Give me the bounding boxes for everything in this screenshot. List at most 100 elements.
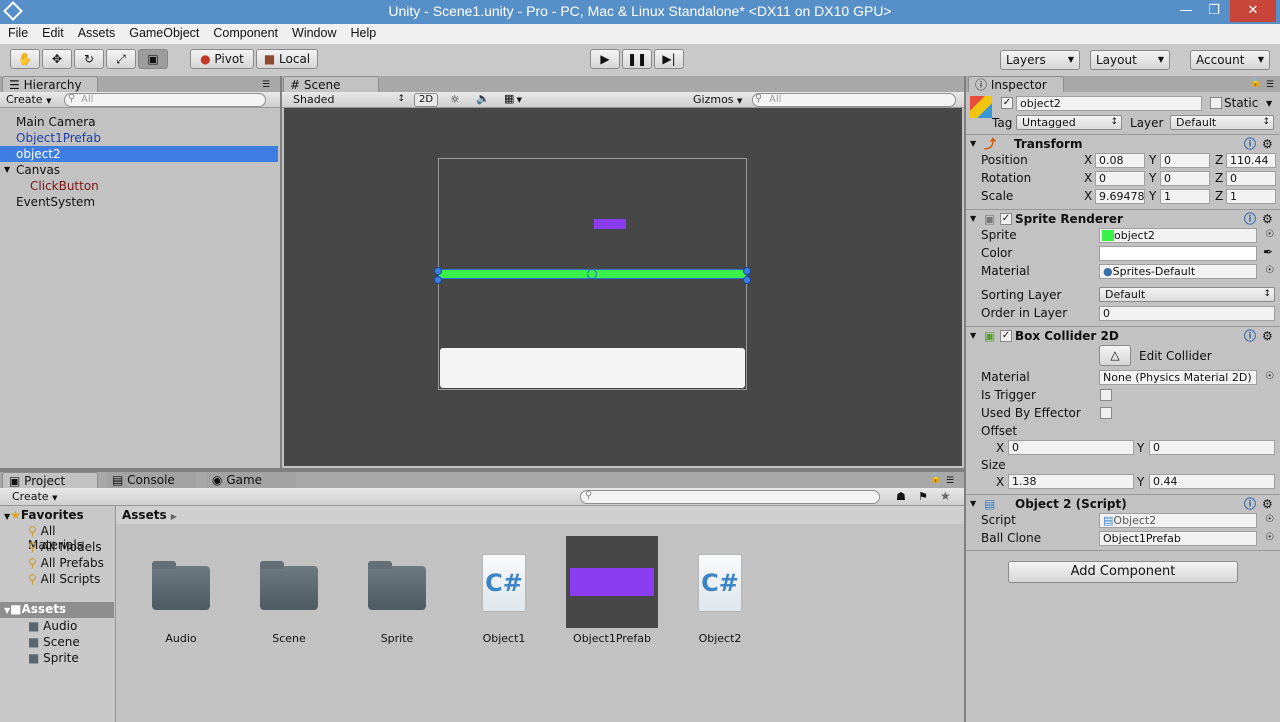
- menu-file[interactable]: File: [0, 24, 28, 40]
- toggle-2d-button[interactable]: 2D: [414, 93, 438, 107]
- sprite-field[interactable]: object2: [1099, 228, 1257, 243]
- panel-menu-icon[interactable]: ☰: [1266, 80, 1274, 90]
- edit-collider-button[interactable]: △: [1099, 345, 1131, 366]
- transform-header[interactable]: ▼ ⤴ Transform ⓘ ⚙: [966, 134, 1280, 152]
- menu-gameobject[interactable]: GameObject: [115, 24, 199, 40]
- favorites-header[interactable]: ▼★Favorites: [4, 508, 84, 522]
- minimize-icon[interactable]: —: [1172, 0, 1200, 22]
- favorite-item[interactable]: ⚲ All Models: [28, 540, 102, 554]
- color-swatch[interactable]: [1099, 246, 1257, 261]
- position-y-input[interactable]: 0: [1160, 153, 1210, 168]
- effects-icon[interactable]: ▦ ▼: [504, 92, 522, 105]
- close-icon[interactable]: ✕: [1230, 0, 1276, 22]
- play-button[interactable]: ▶: [590, 49, 620, 69]
- menu-window[interactable]: Window: [278, 24, 336, 40]
- rotation-y-input[interactable]: 0: [1160, 171, 1210, 186]
- scale-y-input[interactable]: 1: [1160, 189, 1210, 204]
- hand-tool-icon[interactable]: ✋: [10, 49, 40, 69]
- enabled-checkbox[interactable]: ✓: [1000, 330, 1012, 342]
- active-checkbox[interactable]: ✓: [1001, 97, 1013, 109]
- menu-component[interactable]: Component: [199, 24, 278, 40]
- lock-icon[interactable]: 🔒: [930, 474, 941, 484]
- filter-type-icon[interactable]: ☗: [896, 490, 906, 503]
- help-icon[interactable]: ⓘ: [1244, 210, 1256, 228]
- lighting-icon[interactable]: ☼: [450, 93, 460, 106]
- assets-tree-header[interactable]: ▼■Assets: [0, 602, 114, 618]
- asset-folder-item[interactable]: ■ Audio: [28, 619, 77, 633]
- asset-folder-item[interactable]: ■ Sprite: [28, 651, 79, 665]
- pause-button[interactable]: ❚❚: [622, 49, 652, 69]
- pivot-handle[interactable]: [587, 269, 597, 279]
- hierarchy-item[interactable]: Object1Prefab: [0, 130, 278, 146]
- expand-arrow-icon[interactable]: ▼: [4, 162, 10, 178]
- help-icon[interactable]: ⓘ: [1244, 495, 1256, 513]
- gear-icon[interactable]: ⚙: [1262, 327, 1273, 345]
- enabled-checkbox[interactable]: ✓: [1000, 213, 1012, 225]
- object-picker-icon[interactable]: ☉: [1265, 264, 1274, 278]
- scale-z-input[interactable]: 1: [1226, 189, 1276, 204]
- order-in-layer-input[interactable]: 0: [1099, 306, 1275, 321]
- ui-button-preview[interactable]: [440, 348, 745, 388]
- size-y-input[interactable]: 0.44: [1149, 474, 1275, 489]
- panel-divider[interactable]: [0, 468, 964, 472]
- used-by-effector-checkbox[interactable]: [1100, 407, 1112, 419]
- chevron-down-icon[interactable]: ▼: [1266, 99, 1272, 108]
- panel-menu-icon[interactable]: ☰: [946, 476, 954, 486]
- add-component-button[interactable]: Add Component: [1008, 561, 1238, 583]
- gear-icon[interactable]: ⚙: [1262, 135, 1273, 153]
- shading-mode-dropdown[interactable]: Shaded: [288, 93, 408, 108]
- rotate-tool-icon[interactable]: ↻: [74, 49, 104, 69]
- gear-icon[interactable]: ⚙: [1262, 495, 1273, 513]
- favorite-item[interactable]: ⚲ All Scripts: [28, 572, 100, 586]
- material-field[interactable]: ●Sprites-Default: [1099, 264, 1257, 279]
- object-picker-icon[interactable]: ☉: [1265, 513, 1274, 527]
- hierarchy-search-input[interactable]: All: [64, 93, 266, 107]
- sorting-layer-dropdown[interactable]: Default: [1099, 287, 1275, 302]
- object-picker-icon[interactable]: ☉: [1265, 370, 1274, 384]
- position-z-input[interactable]: 110.44: [1226, 153, 1276, 168]
- breadcrumb[interactable]: Assets ▶: [116, 506, 965, 524]
- help-icon[interactable]: ⓘ: [1244, 135, 1256, 153]
- project-search-input[interactable]: [580, 490, 880, 504]
- tag-dropdown[interactable]: Untagged: [1016, 115, 1122, 130]
- layers-dropdown[interactable]: Layers ▼: [1000, 50, 1080, 70]
- panel-divider[interactable]: [280, 76, 282, 468]
- scene-viewport[interactable]: [284, 108, 962, 466]
- sprite-renderer-header[interactable]: ▼ ▣ ✓ Sprite Renderer ⓘ ⚙: [966, 209, 1280, 227]
- rect-handle[interactable]: [743, 276, 751, 284]
- local-toggle[interactable]: ■ Local: [256, 49, 318, 69]
- hierarchy-item-selected[interactable]: object2: [0, 146, 278, 162]
- rect-handle[interactable]: [743, 267, 751, 275]
- object-picker-icon[interactable]: ☉: [1265, 531, 1274, 545]
- size-x-input[interactable]: 1.38: [1008, 474, 1134, 489]
- menu-assets[interactable]: Assets: [64, 24, 116, 40]
- hierarchy-create-button[interactable]: Create ▼: [6, 93, 51, 106]
- box-collider-header[interactable]: ▼ ▣ ✓ Box Collider 2D ⓘ ⚙: [966, 326, 1280, 344]
- menu-help[interactable]: Help: [336, 24, 376, 40]
- scene-search-input[interactable]: All: [752, 93, 956, 107]
- eyedropper-icon[interactable]: ✒: [1263, 245, 1273, 259]
- hierarchy-item[interactable]: EventSystem: [0, 194, 278, 210]
- asset-item[interactable]: Audio: [136, 556, 226, 646]
- menu-edit[interactable]: Edit: [28, 24, 64, 40]
- static-checkbox[interactable]: [1210, 97, 1222, 109]
- offset-y-input[interactable]: 0: [1149, 440, 1275, 455]
- position-x-input[interactable]: 0.08: [1095, 153, 1145, 168]
- lock-icon[interactable]: 🔒: [1250, 78, 1261, 88]
- rect-handle[interactable]: [434, 276, 442, 284]
- rotation-z-input[interactable]: 0: [1226, 171, 1276, 186]
- panel-divider[interactable]: [964, 76, 966, 722]
- scale-tool-icon[interactable]: ⤢: [106, 49, 136, 69]
- asset-item[interactable]: Sprite: [352, 556, 442, 646]
- asset-item[interactable]: Scene: [244, 556, 334, 646]
- object-picker-icon[interactable]: ☉: [1265, 228, 1274, 242]
- object-name-input[interactable]: object2: [1016, 96, 1202, 111]
- hierarchy-item[interactable]: ▼ Canvas: [0, 162, 278, 178]
- collider-material-field[interactable]: None (Physics Material 2D): [1099, 370, 1257, 385]
- is-trigger-checkbox[interactable]: [1100, 389, 1112, 401]
- hierarchy-item[interactable]: ClickButton: [0, 178, 278, 194]
- help-icon[interactable]: ⓘ: [1244, 327, 1256, 345]
- offset-x-input[interactable]: 0: [1008, 440, 1134, 455]
- panel-menu-icon[interactable]: ☰: [262, 80, 270, 90]
- asset-item-selected[interactable]: Object1Prefab: [566, 536, 658, 646]
